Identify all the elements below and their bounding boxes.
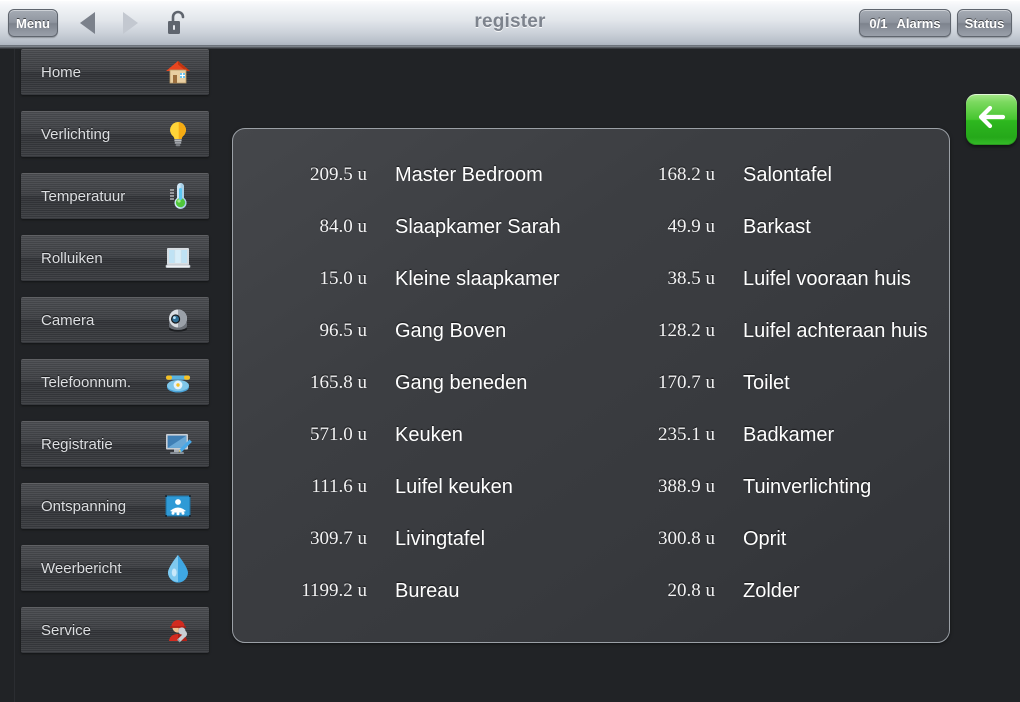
registration-label: Salontafel [743,163,832,186]
sidebar-item-home[interactable]: Home [21,49,209,95]
registration-row: 209.5 u Master Bedroom [247,149,587,201]
registration-label: Gang beneden [395,371,528,394]
sidebar-item-label: Telefoonnum. [41,373,132,391]
registration-value: 309.7 u [310,528,367,549]
sidebar: Home Verlichting Temperatuur Rolluiken C… [21,49,209,669]
registration-value: 170.7 u [658,372,715,393]
registration-column-right: 168.2 u Salontafel 49.9 u Barkast 38.5 u Luif… [595,149,935,617]
registration-label: Keuken [395,423,463,446]
registration-row: 168.2 u Salontafel [595,149,935,201]
spa-person-icon [161,489,195,523]
window-blinds-icon [161,241,195,275]
registration-label: Tuinverlichting [743,475,872,498]
alarms-label: Alarms [896,15,941,31]
registration-label: Luifel vooraan huis [743,267,911,290]
sidebar-item-service[interactable]: Service [21,607,209,653]
sidebar-item-telefoonnum[interactable]: Telefoonnum. [21,359,209,405]
sidebar-item-weerbericht[interactable]: Weerbericht [21,545,209,591]
sidebar-item-label: Weerbericht [41,559,122,577]
registration-value: 168.2 u [658,164,715,185]
registration-label: Luifel keuken [395,475,513,498]
lightbulb-icon [161,117,195,151]
sidebar-item-label: Registratie [41,435,113,453]
registration-label: Slaapkamer Sarah [395,215,561,238]
registration-value: 235.1 u [658,424,715,445]
registration-row: 235.1 u Badkamer [595,409,935,461]
registration-row: 20.8 u Zolder [595,565,935,617]
top-bar: Menu register 0/1 Alarms Status [0,0,1020,46]
house-icon [161,55,195,89]
registration-value: 388.9 u [658,476,715,497]
registration-row: 84.0 u Slaapkamer Sarah [247,201,587,253]
registration-value: 49.9 u [667,216,716,237]
sidebar-item-label: Service [41,621,92,639]
registration-value: 165.8 u [310,372,367,393]
registration-value: 128.2 u [658,320,715,341]
sidebar-item-label: Verlichting [41,125,111,143]
sidebar-item-label: Camera [41,311,95,329]
registration-row: 15.0 u Kleine slaapkamer [247,253,587,305]
registration-row: 38.5 u Luifel vooraan huis [595,253,935,305]
registration-row: 1199.2 u Bureau [247,565,587,617]
registration-label: Livingtafel [395,527,486,550]
registration-value: 38.5 u [667,268,716,289]
registration-value: 15.0 u [319,268,368,289]
status-button[interactable]: Status [957,9,1012,37]
sidebar-item-label: Ontspanning [41,497,127,515]
registration-value: 300.8 u [658,528,715,549]
sidebar-item-label: Rolluiken [41,249,103,267]
registration-row: 165.8 u Gang beneden [247,357,587,409]
registration-row: 571.0 u Keuken [247,409,587,461]
sidebar-item-rolluiken[interactable]: Rolluiken [21,235,209,281]
registration-row: 300.8 u Oprit [595,513,935,565]
registration-value: 571.0 u [310,424,367,445]
registration-label: Oprit [743,527,787,550]
thermometer-icon [161,179,195,213]
registration-column-left: 209.5 u Master Bedroom 84.0 u Slaapkamer Sa… [247,149,587,617]
registration-label: Luifel achteraan huis [743,319,928,342]
sidebar-divider [14,49,15,702]
registration-value: 96.5 u [319,320,368,341]
sidebar-item-label: Temperatuur [41,187,126,205]
status-button-label: Status [964,15,1005,31]
water-drop-icon [161,551,195,585]
worker-wrench-icon [161,613,195,647]
alarms-count: 0/1 [869,15,888,31]
registration-value: 1199.2 u [301,580,367,601]
sidebar-item-camera[interactable]: Camera [21,297,209,343]
alarms-button[interactable]: 0/1 Alarms [859,9,951,37]
sidebar-item-ontspanning[interactable]: Ontspanning [21,483,209,529]
registration-label: Zolder [743,579,800,602]
registration-label: Bureau [395,579,460,602]
back-button[interactable] [966,94,1017,145]
registration-value: 84.0 u [319,216,368,237]
registration-label: Badkamer [743,423,835,446]
registration-label: Toilet [743,371,790,394]
registration-row: 170.7 u Toilet [595,357,935,409]
registration-label: Kleine slaapkamer [395,267,560,290]
sidebar-item-label: Home [41,63,82,81]
registration-label: Gang Boven [395,319,507,342]
registration-row: 309.7 u Livingtafel [247,513,587,565]
registration-row: 388.9 u Tuinverlichting [595,461,935,513]
registration-row: 128.2 u Luifel achteraan huis [595,305,935,357]
dome-camera-icon [161,303,195,337]
monitor-pencil-icon [161,427,195,461]
registration-row: 96.5 u Gang Boven [247,305,587,357]
registration-panel: 209.5 u Master Bedroom 84.0 u Slaapkamer Sa… [232,128,950,643]
sidebar-item-verlichting[interactable]: Verlichting [21,111,209,157]
arrow-left-icon [977,104,1007,135]
registration-value: 209.5 u [310,164,367,185]
registration-label: Barkast [743,215,811,238]
sidebar-item-registratie[interactable]: Registratie [21,421,209,467]
sidebar-item-temperatuur[interactable]: Temperatuur [21,173,209,219]
registration-row: 49.9 u Barkast [595,201,935,253]
registration-value: 111.6 u [311,476,367,497]
telephone-icon [161,365,195,399]
registration-value: 20.8 u [667,580,716,601]
registration-row: 111.6 u Luifel keuken [247,461,587,513]
registration-label: Master Bedroom [395,163,543,186]
